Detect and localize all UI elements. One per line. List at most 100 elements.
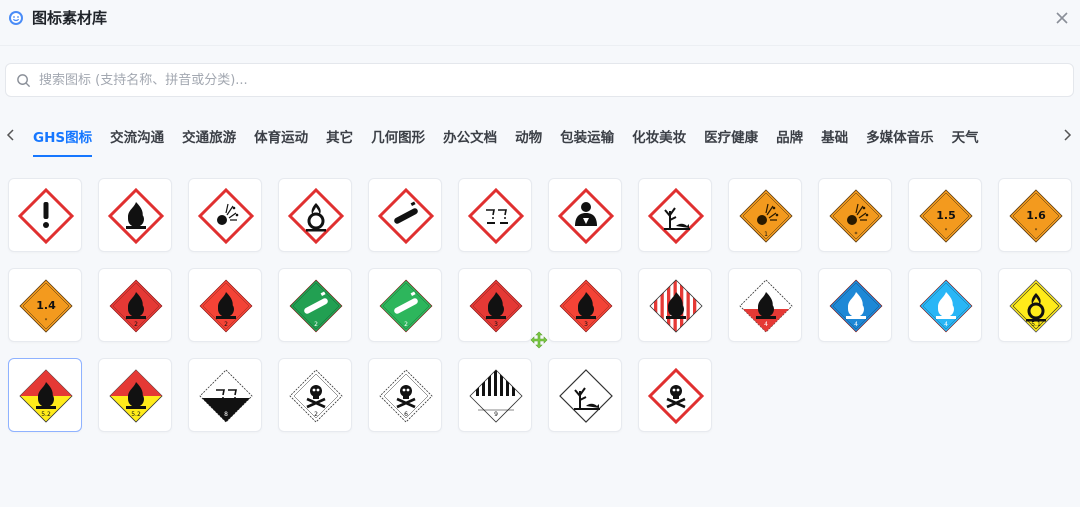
explosive-1-icon: 1: [739, 189, 793, 243]
corrosion-icon: [467, 187, 525, 245]
toxic-gas-icon: 2: [289, 369, 343, 423]
svg-text:2: 2: [314, 411, 318, 418]
flame-over-circle-icon: [287, 187, 345, 245]
icon-card[interactable]: 2: [188, 268, 262, 342]
svg-text:1.5: 1.5: [936, 209, 956, 222]
icon-card[interactable]: 2: [278, 268, 352, 342]
svg-text:2: 2: [224, 321, 228, 328]
tab-10[interactable]: 医疗健康: [700, 118, 762, 158]
tab-5[interactable]: 几何图形: [367, 118, 429, 158]
icon-card[interactable]: 2: [278, 358, 352, 432]
svg-text:8: 8: [224, 411, 228, 418]
icon-card[interactable]: [638, 358, 712, 432]
icon-card[interactable]: 2: [98, 268, 172, 342]
icon-card[interactable]: *: [818, 178, 892, 252]
icon-card[interactable]: 4: [908, 268, 982, 342]
environment-icon: [647, 187, 705, 245]
search-icon: [17, 74, 31, 88]
close-icon[interactable]: [1054, 10, 1070, 26]
dialog-title: 图标素材库: [32, 9, 108, 27]
icon-card[interactable]: 1: [728, 178, 802, 252]
explosive-1-4-icon: 1.4*: [19, 279, 73, 333]
icon-card[interactable]: 3: [458, 268, 532, 342]
exclamation-mark-icon: [17, 187, 75, 245]
tab-1[interactable]: 交流沟通: [106, 118, 168, 158]
explosive-bomb-icon: *: [829, 189, 883, 243]
svg-text:4: 4: [764, 321, 768, 328]
icon-card[interactable]: [548, 358, 622, 432]
explosive-1-6-icon: 1.6*: [1009, 189, 1063, 243]
icon-card[interactable]: 5.1: [998, 268, 1072, 342]
tab-12[interactable]: 基础: [817, 118, 852, 158]
icon-card[interactable]: [548, 178, 622, 252]
icon-card[interactable]: 9: [458, 358, 532, 432]
icon-card[interactable]: 1.6 *: [998, 178, 1072, 252]
health-hazard-icon: [557, 187, 615, 245]
icon-card[interactable]: 4: [728, 268, 802, 342]
icon-card[interactable]: [188, 178, 262, 252]
icon-card[interactable]: 1.4 *: [8, 268, 82, 342]
smile-icon: [9, 11, 23, 25]
icon-card[interactable]: [98, 178, 172, 252]
organic-peroxide-alt-icon: 5.2: [109, 369, 163, 423]
tab-7[interactable]: 动物: [511, 118, 546, 158]
tab-2[interactable]: 交通旅游: [178, 118, 240, 158]
flame-icon: [107, 187, 165, 245]
tab-4[interactable]: 其它: [322, 118, 357, 158]
svg-text:3: 3: [584, 321, 588, 328]
exploding-bomb-icon: [197, 187, 255, 245]
svg-text:4: 4: [944, 321, 948, 328]
tab-9[interactable]: 化妆美妆: [628, 118, 690, 158]
icon-card[interactable]: [8, 178, 82, 252]
skull-crossbones-icon: [647, 367, 705, 425]
tab-0[interactable]: GHS图标: [29, 118, 96, 158]
dangerous-when-wet-dark-icon: 4: [829, 279, 883, 333]
icon-card[interactable]: [638, 268, 712, 342]
icon-card[interactable]: 3: [548, 268, 622, 342]
environment-hazard-icon: [559, 369, 613, 423]
tab-8[interactable]: 包装运输: [556, 118, 618, 158]
chevron-left-icon[interactable]: [4, 126, 18, 144]
icon-card[interactable]: [458, 178, 532, 252]
flammable-liquid-dark-icon: 3: [469, 279, 523, 333]
svg-text:6: 6: [404, 411, 408, 418]
explosive-1-5-icon: 1.5*: [919, 189, 973, 243]
icon-card[interactable]: 4: [818, 268, 892, 342]
svg-text:5.2: 5.2: [131, 411, 141, 418]
tab-list: GHS图标 交流沟通 交通旅游 体育运动 其它 几何图形 办公文档 动物 包装运输 化妆美妆 医疗健…: [24, 118, 1056, 158]
misc-9-icon: 9: [469, 369, 523, 423]
spontaneous-combustion-icon: 4: [739, 279, 793, 333]
svg-text:2: 2: [134, 321, 138, 328]
icon-card[interactable]: [368, 178, 442, 252]
icon-card[interactable]: [278, 178, 352, 252]
svg-text:5.1: 5.1: [1031, 321, 1041, 328]
icon-card[interactable]: 6: [368, 358, 442, 432]
icon-card[interactable]: 5.2: [8, 358, 82, 432]
icon-card[interactable]: 1.5 *: [908, 178, 982, 252]
tab-11[interactable]: 品牌: [772, 118, 807, 158]
tab-6[interactable]: 办公文档: [439, 118, 501, 158]
toxic-6-icon: 6: [379, 369, 433, 423]
svg-text:5.2: 5.2: [41, 411, 51, 418]
svg-text:*: *: [855, 231, 858, 238]
search-box[interactable]: [5, 63, 1074, 97]
tab-3[interactable]: 体育运动: [250, 118, 312, 158]
svg-text:1.4: 1.4: [36, 299, 56, 312]
tab-14[interactable]: 天气: [948, 118, 983, 158]
gas-cylinder-icon: [377, 187, 435, 245]
dialog-header: 图标素材库: [0, 0, 1080, 46]
icon-card[interactable]: 5.2: [98, 358, 172, 432]
icon-card[interactable]: [638, 178, 712, 252]
icon-card[interactable]: 2: [368, 268, 442, 342]
svg-text:3: 3: [494, 321, 498, 328]
move-cursor-icon: [530, 331, 548, 349]
svg-text:4: 4: [854, 321, 858, 328]
icon-card[interactable]: 8: [188, 358, 262, 432]
organic-peroxide-icon: 5.2: [19, 369, 73, 423]
flammable-solid-icon: [649, 279, 703, 333]
search-input[interactable]: [39, 68, 1059, 92]
tab-13[interactable]: 多媒体音乐: [862, 118, 938, 158]
category-tabs: GHS图标 交流沟通 交通旅游 体育运动 其它 几何图形 办公文档 动物 包装运输 化妆美妆 医疗健…: [0, 118, 1080, 158]
chevron-right-icon[interactable]: [1060, 126, 1074, 144]
flammable-liquid-icon: 3: [559, 279, 613, 333]
